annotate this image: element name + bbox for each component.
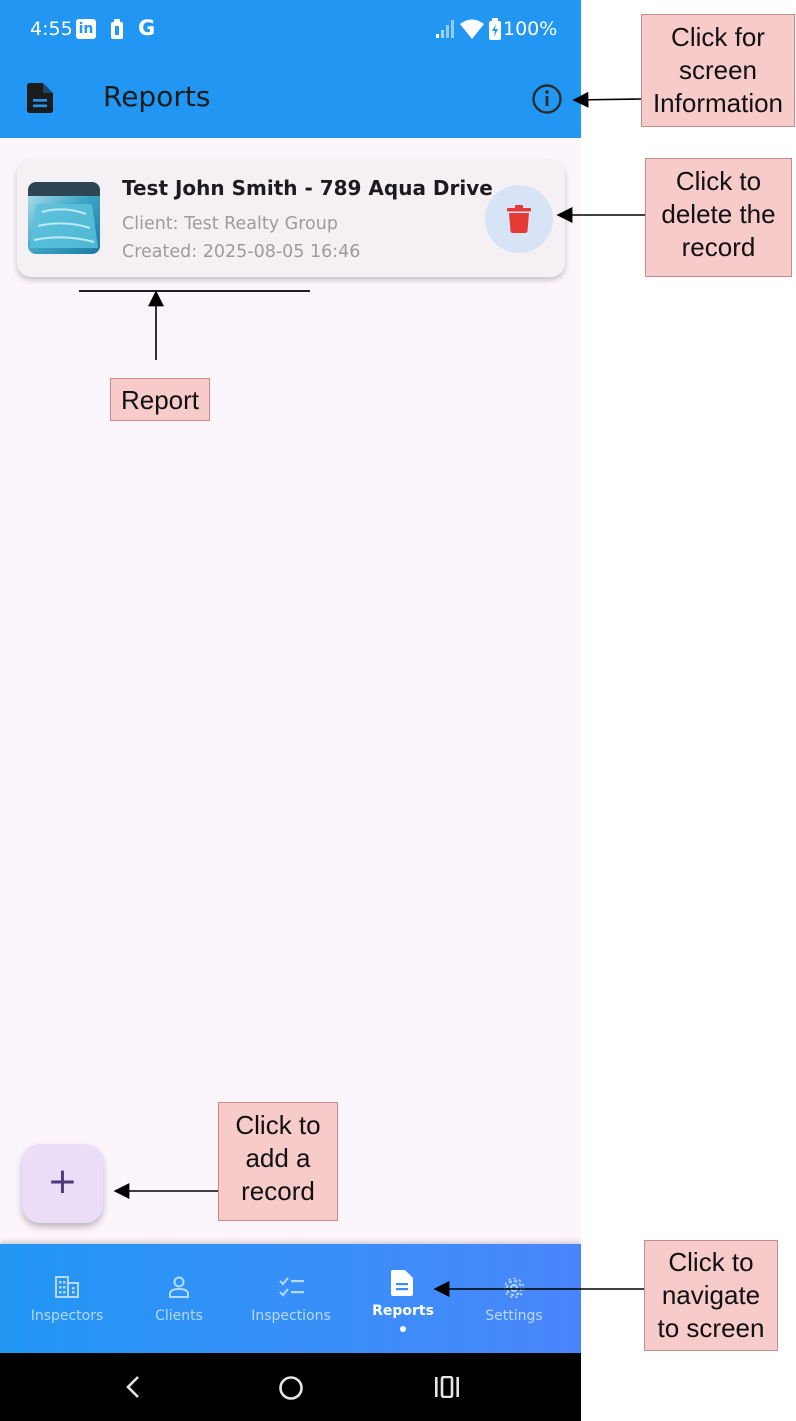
report-card[interactable]: Test John Smith - 789 Aqua Drive Client:… [17, 160, 565, 277]
checklist-icon [279, 1277, 304, 1297]
report-client: Client: Test Realty Group [122, 214, 338, 234]
callout-text: navigate [661, 1280, 761, 1310]
linkedin-icon: in [76, 19, 96, 39]
callout-text: to screen [657, 1313, 765, 1343]
battery-icon [489, 18, 501, 40]
document-icon [27, 83, 53, 113]
nav-label-settings: Settings [485, 1308, 543, 1324]
report-created-date: Created: 2025-08-05 16:46 [122, 242, 361, 262]
document-icon [391, 1270, 413, 1296]
status-time: 4:55 [30, 18, 73, 40]
add-record-button[interactable]: + [22, 1144, 103, 1223]
status-bar: 4:55 in G 100% [0, 0, 581, 58]
nav-item-inspections[interactable]: Inspections [233, 1244, 349, 1353]
nav-label-clients: Clients [155, 1308, 203, 1324]
callout-screen-information: Click for screen Information [641, 14, 795, 127]
callout-text: Click to [668, 1247, 754, 1277]
home-icon[interactable] [278, 1375, 304, 1401]
nav-label-inspectors: Inspectors [30, 1308, 104, 1324]
callout-text: delete the [661, 199, 776, 229]
pool-photo-thumbnail [28, 182, 100, 254]
gear-icon [503, 1277, 525, 1299]
back-icon[interactable] [124, 1375, 142, 1399]
info-icon[interactable] [530, 82, 564, 116]
callout-delete-record: Click to delete the record [645, 158, 792, 277]
callout-text: Click to [675, 166, 762, 196]
building-icon [55, 1276, 79, 1298]
nav-item-inspectors[interactable]: Inspectors [9, 1244, 125, 1353]
callout-text: record [241, 1176, 315, 1206]
battery-saver-icon [111, 19, 123, 39]
trash-icon [507, 205, 531, 233]
report-title: Test John Smith - 789 Aqua Drive [122, 176, 493, 200]
active-indicator-dot [400, 1326, 406, 1332]
recents-icon[interactable] [435, 1376, 459, 1398]
callout-text: Information [652, 88, 784, 118]
signal-icon [436, 20, 454, 38]
nav-item-clients[interactable]: Clients [121, 1244, 237, 1353]
callout-navigate-screen: Click to navigate to screen [644, 1240, 778, 1351]
app-bar: Reports [0, 58, 581, 138]
person-icon [169, 1276, 189, 1298]
callout-report: Report [110, 378, 210, 421]
wifi-icon [460, 19, 484, 39]
callout-text: add a [245, 1143, 311, 1173]
delete-button[interactable] [485, 185, 553, 253]
callout-text: screen [678, 55, 758, 85]
nav-item-reports[interactable]: Reports [345, 1244, 461, 1353]
battery-percent: 100% [503, 18, 558, 40]
page-title: Reports [103, 80, 211, 113]
callout-text: Click for [671, 22, 765, 52]
nav-label-inspections: Inspections [251, 1308, 331, 1324]
system-navigation-bar [0, 1353, 581, 1421]
callout-text: record [681, 232, 756, 262]
google-icon: G [138, 16, 156, 40]
callout-add-record: Click to add a record [218, 1102, 338, 1221]
nav-item-settings[interactable]: Settings [456, 1244, 572, 1353]
bottom-navigation: Inspectors Clients Inspections Reports S… [0, 1244, 581, 1353]
callout-text: Click to [235, 1110, 321, 1140]
callout-text: Report [120, 385, 200, 415]
plus-icon: + [47, 1161, 78, 1202]
nav-label-reports: Reports [372, 1303, 434, 1319]
